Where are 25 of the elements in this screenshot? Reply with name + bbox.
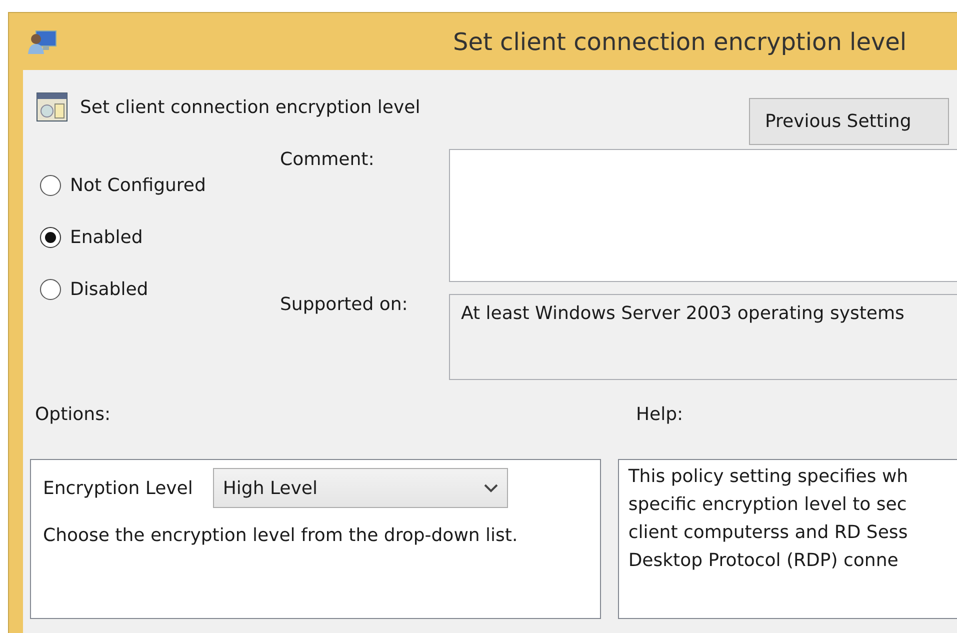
encryption-level-label: Encryption Level (43, 478, 193, 498)
radio-label[interactable]: Enabled (70, 226, 143, 248)
radio-label[interactable]: Disabled (70, 278, 148, 300)
radio-label[interactable]: Not Configured (70, 174, 206, 196)
help-text-line: This policy setting specifies wh (628, 465, 910, 489)
comment-field[interactable] (449, 149, 957, 282)
help-text-line: client computerss and RD Sess (628, 521, 909, 545)
settings-page-icon (36, 92, 68, 122)
supported-on-label: Supported on: (280, 294, 409, 317)
help-label: Help: (636, 404, 684, 425)
radio-button[interactable] (40, 278, 61, 300)
help-text-line: Desktop Protocol (RDP) conne (628, 549, 900, 573)
help-text-line: specific encryption level to sec (628, 493, 908, 517)
option-description: Choose the encryption level from the drop-down list. (43, 524, 519, 548)
radio-button[interactable] (40, 226, 61, 248)
window-title: Set client connection encryption level (453, 28, 907, 56)
radio-button[interactable] (40, 174, 61, 196)
supported-on-text: At least Windows Server 2003 operating systems (461, 303, 904, 324)
chevron-down-icon (484, 484, 498, 492)
options-label: Options: (35, 404, 112, 425)
computer-user-icon (28, 28, 58, 54)
encryption-level-dropdown[interactable]: High Level (212, 468, 508, 508)
comment-label: Comment: (280, 149, 376, 172)
policy-heading: Set client connection encryption level (80, 96, 420, 118)
previous-setting-button[interactable]: Previous Setting (749, 98, 949, 145)
